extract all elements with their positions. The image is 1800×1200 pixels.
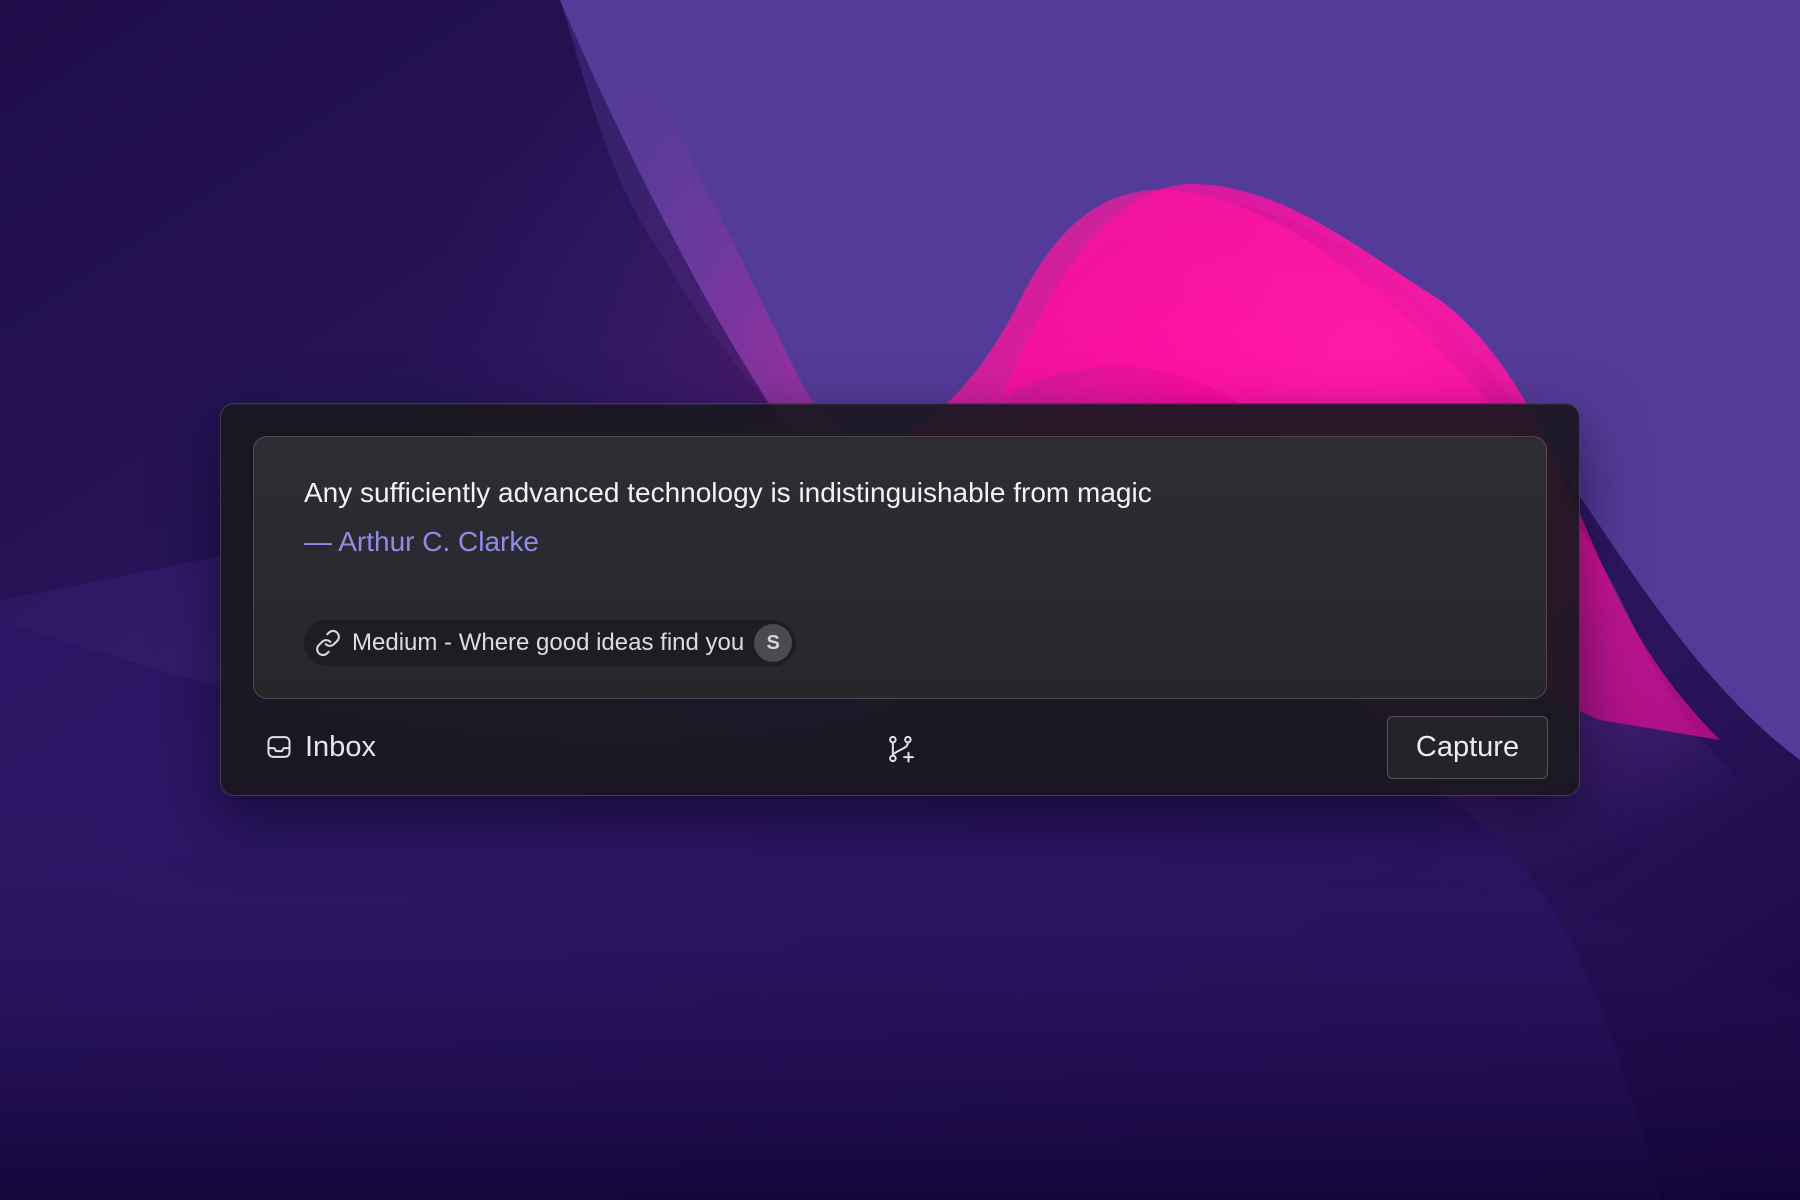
quote-author[interactable]: — Arthur C. Clarke xyxy=(304,524,539,560)
source-link-label: Medium - Where good ideas find you xyxy=(352,629,745,656)
note-card[interactable]: Any sufficiently advanced technology is … xyxy=(253,436,1547,699)
source-link-chip[interactable]: Medium - Where good ideas find you S xyxy=(304,620,797,666)
capture-button[interactable]: Capture xyxy=(1387,716,1548,779)
source-avatar: S xyxy=(754,624,793,662)
git-branch-plus-icon xyxy=(886,734,916,764)
branch-button[interactable] xyxy=(884,732,918,766)
quick-capture-window: Any sufficiently advanced technology is … xyxy=(220,403,1580,796)
inbox-label: Inbox xyxy=(305,730,376,763)
link-icon xyxy=(314,629,342,657)
quote-text[interactable]: Any sufficiently advanced technology is … xyxy=(304,475,1152,511)
inbox-button[interactable]: Inbox xyxy=(265,727,376,767)
inbox-icon xyxy=(265,733,293,761)
